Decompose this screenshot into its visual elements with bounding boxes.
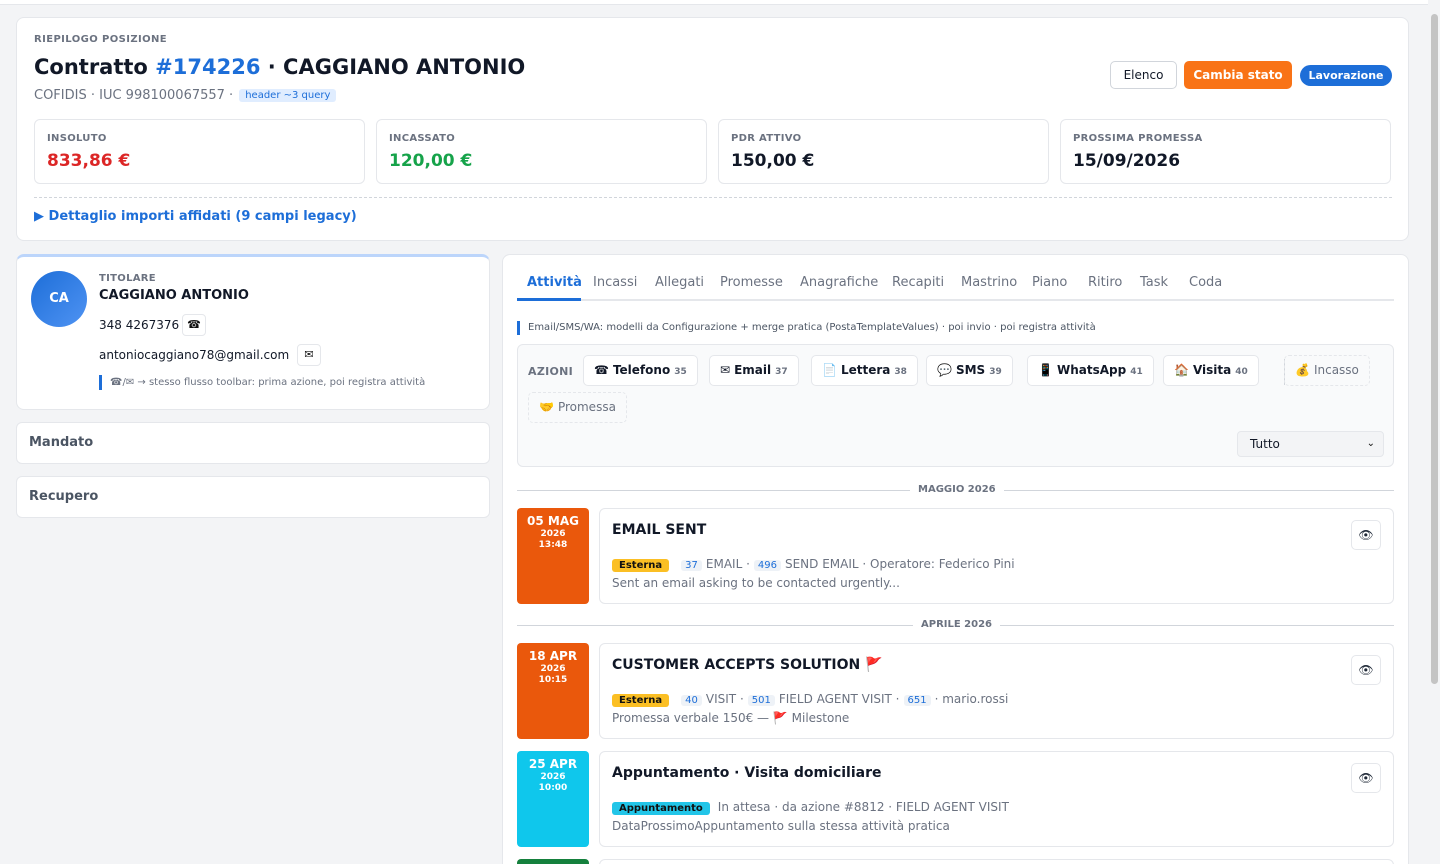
titolare-name: CAGGIANO ANTONIO xyxy=(99,288,249,303)
chevron-down-icon: ⌄ xyxy=(1366,438,1375,449)
actions-toolbar: AZIONI ☎ Telefono 35 ✉ Email 37 📄 Lettera 38 💬… xyxy=(517,344,1394,467)
scrollbar-thumb[interactable] xyxy=(1431,14,1438,684)
top-bar xyxy=(0,0,1440,5)
event-card: EMAIL SENT 👁 Esterna 37 EMAIL · 496 SEND EMA… xyxy=(599,508,1394,604)
tab-bar: Attività Incassi Allegati Promesse Anagr… xyxy=(517,269,1394,301)
handshake-icon: 🤝 xyxy=(539,400,554,414)
contract-number: #174226 xyxy=(155,55,261,79)
tab-task[interactable]: Task xyxy=(1140,275,1168,290)
query-chip: header ~3 query xyxy=(239,89,337,102)
actions-label: AZIONI xyxy=(528,365,574,378)
tab-piano[interactable]: Piano xyxy=(1032,275,1067,290)
action-incasso-button[interactable]: 💰 Incasso xyxy=(1284,355,1370,386)
event-badge: Esterna xyxy=(612,559,670,572)
mobile-icon: 📱 xyxy=(1038,363,1053,377)
event-meta: Esterna 37 EMAIL · 496 SEND EMAIL · Operator… xyxy=(612,557,1015,572)
event-description: Sent an email asking to be contacted urg… xyxy=(612,576,900,590)
event-title: CUSTOMER ACCEPTS SOLUTION 🚩 xyxy=(612,657,883,673)
kpi-pdr-attivo: PDR ATTIVO 150,00 € xyxy=(718,119,1049,184)
event-meta: Esterna 40 VISIT · 501 FIELD AGENT VISIT · 65… xyxy=(612,692,1008,707)
active-tab-indicator xyxy=(517,298,581,301)
detail-toggle-link[interactable]: ▶ Dettaglio importi affidati (9 campi le… xyxy=(34,209,357,224)
money-bag-icon: 💰 xyxy=(1295,363,1310,377)
event-title: Appuntamento · Visita domiciliare xyxy=(612,765,882,781)
activity-panel: Attività Incassi Allegati Promesse Anagr… xyxy=(502,254,1409,864)
kpi-insoluto: INSOLUTO 833,86 € xyxy=(34,119,365,184)
action-sms-button[interactable]: 💬 SMS 39 xyxy=(926,355,1013,386)
summary-kicker: RIEPILOGO POSIZIONE xyxy=(34,34,168,45)
eye-icon[interactable]: 👁 xyxy=(1351,520,1381,550)
month-divider: APRILE 2026 xyxy=(517,618,1394,632)
status-badge: Lavorazione xyxy=(1300,65,1392,86)
change-status-button[interactable]: Cambia stato xyxy=(1184,61,1292,89)
event-date-tile xyxy=(517,859,589,864)
event-card: CUSTOMER ACCEPTS SOLUTION 🚩 👁 Esterna 40 V… xyxy=(599,643,1394,739)
tab-attivita[interactable]: Attività xyxy=(527,275,582,290)
tab-recapiti[interactable]: Recapiti xyxy=(892,275,944,290)
kpi-value: 833,86 € xyxy=(47,151,131,171)
kpi-value: 120,00 € xyxy=(389,151,473,171)
titolare-email: antoniocaggiano78@gmail.com xyxy=(99,348,290,362)
page-scrollbar[interactable] xyxy=(1428,0,1440,864)
tab-incassi[interactable]: Incassi xyxy=(593,275,637,290)
house-icon: 🏠 xyxy=(1174,363,1189,377)
kpi-value: 15/09/2026 xyxy=(1073,151,1181,171)
event-title: EMAIL SENT xyxy=(612,522,707,538)
event-description: Promessa verbale 150€ — 🚩 Milestone xyxy=(612,711,850,725)
contract-subline: COFIDIS · IUC 998100067557 · header ~3 qu… xyxy=(34,88,337,103)
event-badge: Esterna xyxy=(612,694,670,707)
page-title: Contratto #174226 · CAGGIANO ANTONIO xyxy=(34,55,526,79)
accordion-recupero[interactable]: Recupero xyxy=(16,476,490,518)
action-promessa-button[interactable]: 🤝 Promessa xyxy=(528,392,627,423)
phone-icon[interactable]: ☎ xyxy=(182,314,206,336)
phone-icon: ☎ xyxy=(594,363,609,377)
event-card: Appuntamento · Visita domiciliare 👁 Appu… xyxy=(599,751,1394,847)
tab-ritiro[interactable]: Ritiro xyxy=(1088,275,1122,290)
info-note: Email/SMS/WA: modelli da Configurazione … xyxy=(517,321,1096,335)
tab-mastrino[interactable]: Mastrino xyxy=(961,275,1017,290)
titolare-card: CA TITOLARE CAGGIANO ANTONIO 348 4267376… xyxy=(16,254,490,410)
kpi-prossima-promessa: PROSSIMA PROMESSA 15/09/2026 xyxy=(1060,119,1391,184)
action-visita-button[interactable]: 🏠 Visita 40 xyxy=(1163,355,1259,386)
kpi-value: 150,00 € xyxy=(731,151,815,171)
eye-icon[interactable]: 👁 xyxy=(1351,655,1381,685)
titolare-note: ☎/✉ → stesso flusso toolbar: prima azion… xyxy=(99,375,425,390)
event-description: DataProssimoAppuntamento sulla stessa at… xyxy=(612,819,950,833)
titolare-phone: 348 4267376 xyxy=(99,318,180,332)
accordion-mandato[interactable]: Mandato xyxy=(16,422,490,464)
mail-icon: ✉ xyxy=(720,363,731,377)
event-card xyxy=(599,859,1394,864)
activity-filter-select[interactable]: Tutto ⌄ xyxy=(1237,431,1384,457)
action-lettera-button[interactable]: 📄 Lettera 38 xyxy=(811,355,918,386)
elenco-button[interactable]: Elenco xyxy=(1110,61,1177,89)
chat-icon: 💬 xyxy=(937,363,952,377)
kpi-incassato: INCASSATO 120,00 € xyxy=(376,119,707,184)
document-icon: 📄 xyxy=(822,363,837,377)
position-summary-card: RIEPILOGO POSIZIONE Contratto #174226 · … xyxy=(16,17,1409,241)
event-date-tile: 05 MAG 2026 13:48 xyxy=(517,508,589,604)
divider xyxy=(34,197,1392,198)
eye-icon[interactable]: 👁 xyxy=(1351,763,1381,793)
event-date-tile: 18 APR 2026 10:15 xyxy=(517,643,589,739)
avatar: CA xyxy=(31,271,87,327)
action-email-button[interactable]: ✉ Email 37 xyxy=(709,355,799,386)
tab-allegati[interactable]: Allegati xyxy=(655,275,704,290)
tab-promesse[interactable]: Promesse xyxy=(720,275,783,290)
action-whatsapp-button[interactable]: 📱 WhatsApp 41 xyxy=(1027,355,1154,386)
tab-anagrafiche[interactable]: Anagrafiche xyxy=(800,275,878,290)
titolare-kicker: TITOLARE xyxy=(99,273,156,284)
month-divider: MAGGIO 2026 xyxy=(517,483,1394,497)
event-date-tile: 25 APR 2026 10:00 xyxy=(517,751,589,847)
event-meta: Appuntamento In attesa · da azione #8812 … xyxy=(612,800,1009,815)
tab-coda[interactable]: Coda xyxy=(1189,275,1222,290)
email-icon[interactable]: ✉ xyxy=(297,344,321,366)
action-telefono-button[interactable]: ☎ Telefono 35 xyxy=(583,355,698,386)
event-badge: Appuntamento xyxy=(612,802,710,815)
